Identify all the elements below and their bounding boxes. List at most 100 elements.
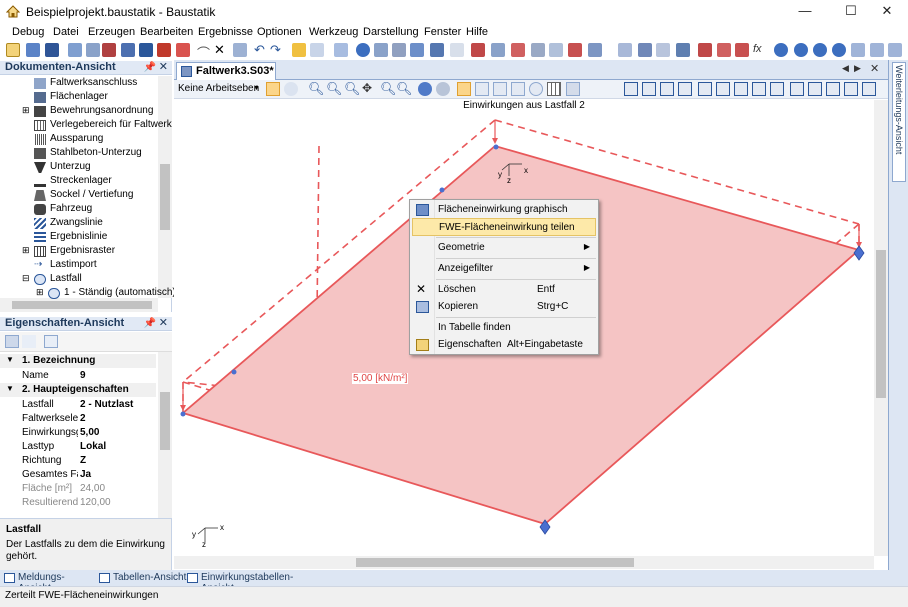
- select-pointer-icon[interactable]: [266, 82, 280, 96]
- support-icon[interactable]: [410, 43, 424, 57]
- tree-item[interactable]: Ergebnislinie: [0, 231, 158, 244]
- tab-tables[interactable]: Tabellen-Ansicht: [99, 571, 187, 585]
- pdf-icon[interactable]: [102, 43, 116, 57]
- menu-item-find-in-table[interactable]: In Tabelle finden: [412, 319, 596, 337]
- surface-icon[interactable]: [392, 43, 406, 57]
- tree-item[interactable]: Unterzug: [0, 161, 158, 174]
- props-scrollbar[interactable]: [158, 352, 172, 518]
- grid-icon[interactable]: [450, 43, 464, 57]
- folder-icon[interactable]: [292, 43, 306, 57]
- tree-item[interactable]: ⇢ Lastimport: [0, 259, 158, 272]
- refresh-view-icon[interactable]: [529, 82, 543, 96]
- prop-row[interactable]: Einwirkungsgröße 5,00: [0, 426, 156, 440]
- preview-icon[interactable]: [86, 43, 100, 57]
- chevron-down-icon[interactable]: ▼: [253, 85, 260, 92]
- word-icon[interactable]: [139, 43, 153, 57]
- collapse-icon[interactable]: ▼: [6, 384, 14, 393]
- maximize-button[interactable]: ☐: [834, 0, 868, 24]
- props-scroll-thumb[interactable]: [160, 392, 170, 450]
- nodes-3-icon[interactable]: [813, 43, 827, 57]
- pdf-export-icon[interactable]: [157, 43, 171, 57]
- display-3-icon[interactable]: [660, 82, 674, 96]
- side-view-icon[interactable]: [493, 82, 507, 96]
- zoom-all-icon[interactable]: 🔍︎: [396, 81, 413, 97]
- tree-hscroll-thumb[interactable]: [12, 301, 152, 309]
- menu-item-graphic-load[interactable]: Flächeneinwirkung graphisch: [412, 201, 596, 219]
- mesh-icon[interactable]: [638, 43, 652, 57]
- nodes-4-icon[interactable]: [832, 43, 846, 57]
- minimize-button[interactable]: —: [788, 0, 822, 24]
- result-3-icon[interactable]: [735, 43, 749, 57]
- pan-icon[interactable]: ✥: [362, 81, 372, 95]
- tree-item[interactable]: ⊞ Ergebnisraster: [0, 245, 158, 258]
- tree-item[interactable]: Fahrzeug: [0, 203, 158, 216]
- close-icon[interactable]: ✕: [159, 61, 168, 74]
- canvas-hscrollbar[interactable]: [174, 556, 874, 569]
- export-icon[interactable]: [121, 43, 135, 57]
- check-icon[interactable]: [676, 43, 690, 57]
- workplane-dropdown[interactable]: Keine Arbeitseben: [178, 83, 259, 94]
- menu-fenster[interactable]: Fenster: [424, 26, 461, 38]
- select-3-icon[interactable]: [888, 43, 902, 57]
- prop-row[interactable]: Faltwerkselement 2: [0, 412, 156, 426]
- display-8-icon[interactable]: [752, 82, 766, 96]
- prop-category[interactable]: ▼ 2. Haupteigenschaften: [0, 383, 156, 397]
- sections-icon[interactable]: [588, 43, 602, 57]
- front-view-icon[interactable]: [475, 82, 489, 96]
- edit-icon[interactable]: [531, 43, 545, 57]
- load-line-icon[interactable]: [568, 43, 582, 57]
- tab-scroll-right-icon[interactable]: ▶: [854, 63, 861, 74]
- tab-scroll-left-icon[interactable]: ◀: [842, 63, 849, 74]
- menu-item-display-filter[interactable]: Anzeigefilter ▶: [412, 260, 596, 278]
- node-icon[interactable]: [356, 43, 370, 57]
- result-2-icon[interactable]: [717, 43, 731, 57]
- zoom-in-icon[interactable]: 🔍︎: [326, 81, 343, 97]
- display-1-icon[interactable]: [624, 82, 638, 96]
- display-7-icon[interactable]: [734, 82, 748, 96]
- forward-icon[interactable]: [436, 82, 450, 96]
- menu-debug[interactable]: Debug: [12, 26, 44, 38]
- canvas-vscroll-thumb[interactable]: [876, 250, 886, 398]
- menu-erzeugen[interactable]: Erzeugen: [88, 26, 135, 38]
- result-icon[interactable]: [698, 43, 712, 57]
- iso-view-icon[interactable]: [457, 82, 471, 96]
- tree-item[interactable]: Verlegebereich für Faltwerk: [0, 119, 172, 132]
- display-12-icon[interactable]: [826, 82, 840, 96]
- tab-close-icon[interactable]: ✕: [870, 62, 879, 75]
- tree-scrollbar[interactable]: [158, 76, 172, 298]
- display-11-icon[interactable]: [808, 82, 822, 96]
- tab-messages[interactable]: Meldungs-Ansicht: [4, 571, 97, 594]
- close-button[interactable]: ✕: [870, 0, 904, 24]
- select-2-icon[interactable]: [870, 43, 884, 57]
- tree-item[interactable]: ⊞ 1 - Ständig (automatisch): [0, 287, 176, 300]
- draw-icon[interactable]: [491, 43, 505, 57]
- menu-optionen[interactable]: Optionen: [257, 26, 302, 38]
- menu-bearbeiten[interactable]: Bearbeiten: [140, 26, 193, 38]
- save-icon[interactable]: [45, 43, 59, 57]
- bar-icon[interactable]: [618, 43, 632, 57]
- render-icon[interactable]: [566, 82, 580, 96]
- display-2-icon[interactable]: [642, 82, 656, 96]
- zoom-out-icon[interactable]: 🔍︎: [344, 81, 361, 97]
- prop-row[interactable]: Lasttyp Lokal: [0, 440, 156, 454]
- rotate-icon[interactable]: [284, 82, 298, 96]
- tab-faltwerk[interactable]: Faltwerk3.S03*: [176, 62, 276, 80]
- prop-row[interactable]: Name 9: [0, 369, 156, 383]
- display-4-icon[interactable]: [678, 82, 692, 96]
- prop-category[interactable]: ▼ 1. Bezeichnung: [0, 354, 156, 368]
- forwarding-view-tab[interactable]: Weiterleitungs-Ansicht: [892, 62, 906, 182]
- menu-datei[interactable]: Datei: [53, 26, 79, 38]
- menu-item-delete[interactable]: ✕ Löschen Entf: [412, 281, 596, 299]
- collapse-icon[interactable]: ▼: [6, 355, 14, 364]
- tree-scroll-thumb[interactable]: [160, 164, 170, 230]
- display-13-icon[interactable]: [844, 82, 858, 96]
- zoom-icon[interactable]: 🔍︎: [308, 81, 325, 97]
- tree-item[interactable]: Zwangslinie: [0, 217, 158, 230]
- pin-icon[interactable]: 📌: [144, 61, 156, 74]
- settings-icon[interactable]: [310, 43, 324, 57]
- expand-icon[interactable]: ⊞: [22, 105, 30, 116]
- load-icon[interactable]: [471, 43, 485, 57]
- tree-item[interactable]: ⊞ Bewehrungsanordnung: [0, 105, 158, 118]
- nodes-icon[interactable]: [774, 43, 788, 57]
- property-pages-icon[interactable]: [44, 335, 58, 348]
